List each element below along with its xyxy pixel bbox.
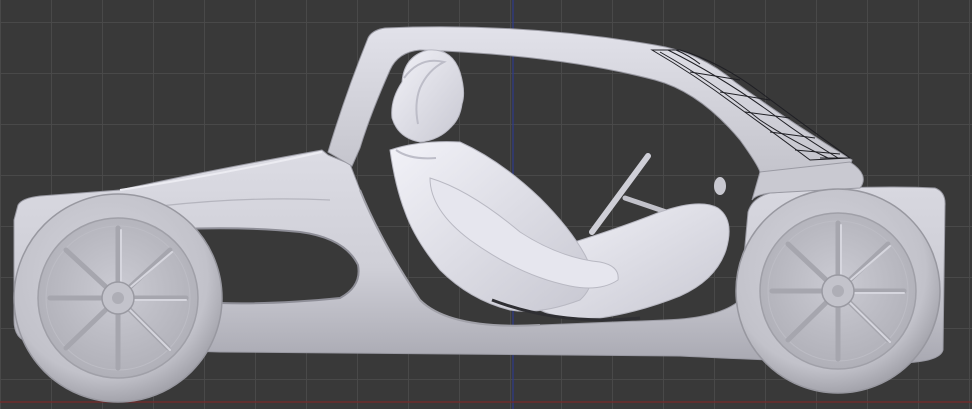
front-wheel[interactable]	[735, 188, 941, 394]
driver-figure[interactable]	[389, 49, 730, 322]
rear-wheel[interactable]	[13, 193, 223, 403]
3d-viewport[interactable]	[0, 0, 972, 409]
viewport-scene	[0, 0, 972, 409]
